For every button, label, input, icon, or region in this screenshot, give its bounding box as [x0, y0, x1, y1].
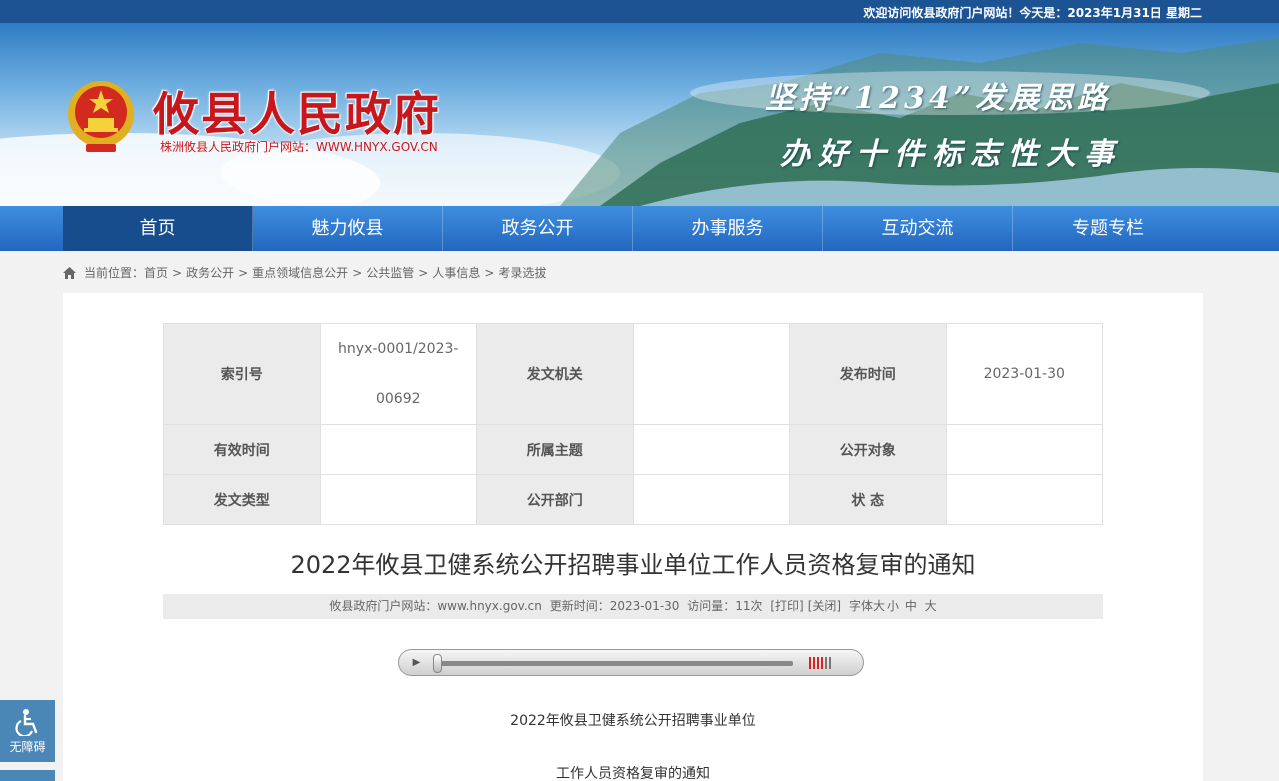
breadcrumb-sep: >	[352, 265, 363, 280]
breadcrumb-sep: >	[484, 265, 495, 280]
nav-item-topics[interactable]: 专题专栏	[1013, 206, 1203, 251]
index-label: 索引号	[163, 323, 321, 425]
document-meta-table: 索引号 hnyx-0001/2023- 00692 发文机关 发布时间 2023-…	[163, 323, 1103, 525]
breadcrumb-key-areas[interactable]: 重点领域信息公开	[252, 264, 348, 281]
publish-date-value: 2023-01-30	[945, 323, 1103, 425]
breadcrumb-gov-affairs[interactable]: 政务公开	[186, 264, 234, 281]
breadcrumb-sep: >	[172, 265, 183, 280]
progress-handle[interactable]	[433, 654, 442, 673]
content-panel: 索引号 hnyx-0001/2023- 00692 发文机关 发布时间 2023-…	[63, 293, 1203, 781]
audience-value	[945, 424, 1103, 475]
font-medium-link[interactable]: 中	[905, 599, 917, 613]
valid-time-label: 有效时间	[163, 424, 321, 475]
breadcrumb: 当前位置： 首页 > 政务公开 > 重点领域信息公开 > 公共监管 > 人事信息…	[63, 264, 546, 281]
font-large-link[interactable]: 大	[925, 599, 937, 613]
main-nav: 首页 魅力攸县 政务公开 办事服务 互动交流 专题专栏	[0, 206, 1279, 251]
play-icon[interactable]: ▶	[401, 652, 432, 673]
accessibility-label: 无障碍	[9, 740, 46, 754]
site-subtitle: 株洲攸县人民政府门户网站：WWW.HNYX.GOV.CN	[160, 140, 438, 154]
doc-type-label: 发文类型	[163, 474, 321, 525]
topic-value	[632, 424, 790, 475]
visits-text: 访问量：11次	[687, 599, 763, 613]
side-tool-button[interactable]	[0, 770, 55, 781]
index-value: hnyx-0001/2023- 00692	[319, 323, 477, 425]
nav-item-services[interactable]: 办事服务	[633, 206, 823, 251]
article-paragraph: 2022年攸县卫健系统公开招聘事业单位	[510, 713, 756, 729]
volume-meter[interactable]	[809, 657, 831, 669]
accessibility-icon	[14, 709, 37, 736]
publish-date-label: 发布时间	[789, 323, 947, 425]
header-banner: 攸县人民政府 株洲攸县人民政府门户网站：WWW.HNYX.GOV.CN 坚持“1…	[0, 23, 1279, 206]
print-link[interactable]: [打印]	[770, 599, 803, 613]
home-icon	[63, 266, 76, 279]
dept-value	[632, 474, 790, 525]
updated-text: 更新时间：2023-01-30	[549, 599, 680, 613]
national-emblem-icon	[68, 81, 134, 152]
slogan-line-2: 办好十件标志性大事	[780, 137, 1122, 172]
issuer-label: 发文机关	[476, 323, 634, 425]
accessibility-button[interactable]: 无障碍	[0, 700, 55, 762]
status-value	[945, 474, 1103, 525]
breadcrumb-public-supervision[interactable]: 公共监管	[366, 264, 414, 281]
site-title: 攸县人民政府	[153, 87, 441, 141]
article-title: 2022年攸县卫健系统公开招聘事业单位工作人员资格复审的通知	[290, 551, 976, 579]
breadcrumb-prefix: 当前位置：	[84, 266, 145, 280]
issuer-value	[632, 323, 790, 425]
breadcrumb-sep: >	[418, 265, 429, 280]
breadcrumb-recruitment[interactable]: 考录选拔	[498, 264, 546, 281]
article-paragraph: 工作人员资格复审的通知	[556, 766, 710, 781]
nav-item-gov-affairs[interactable]: 政务公开	[443, 206, 633, 251]
audio-player: ▶	[398, 649, 864, 676]
nav-item-interaction[interactable]: 互动交流	[823, 206, 1013, 251]
source-text: 攸县政府门户网站：www.hnyx.gov.cn	[329, 599, 542, 613]
status-label: 状 态	[789, 474, 947, 525]
close-link[interactable]: [关闭]	[808, 599, 841, 613]
greeting-text: 欢迎访问攸县政府门户网站！今天是：2023年1月31日 星期二	[863, 6, 1202, 20]
breadcrumb-sep: >	[238, 265, 249, 280]
breadcrumb-personnel[interactable]: 人事信息	[432, 264, 480, 281]
slogan-line-1: 坚持“1234”发展思路	[765, 81, 1112, 116]
progress-track[interactable]	[437, 661, 793, 666]
article-info-bar: 攸县政府门户网站：www.hnyx.gov.cn 更新时间：2023-01-30…	[163, 594, 1103, 619]
dept-label: 公开部门	[476, 474, 634, 525]
doc-type-value	[319, 474, 477, 525]
audience-label: 公开对象	[789, 424, 947, 475]
font-size-label: 字体大	[848, 599, 885, 613]
font-small-link[interactable]: 小	[887, 599, 899, 613]
nav-item-home[interactable]: 首页	[63, 206, 253, 251]
nav-item-charm[interactable]: 魅力攸县	[253, 206, 443, 251]
breadcrumb-home[interactable]: 首页	[144, 264, 168, 281]
topic-label: 所属主题	[476, 424, 634, 475]
top-bar: 欢迎访问攸县政府门户网站！今天是：2023年1月31日 星期二	[0, 0, 1279, 23]
valid-time-value	[319, 424, 477, 475]
